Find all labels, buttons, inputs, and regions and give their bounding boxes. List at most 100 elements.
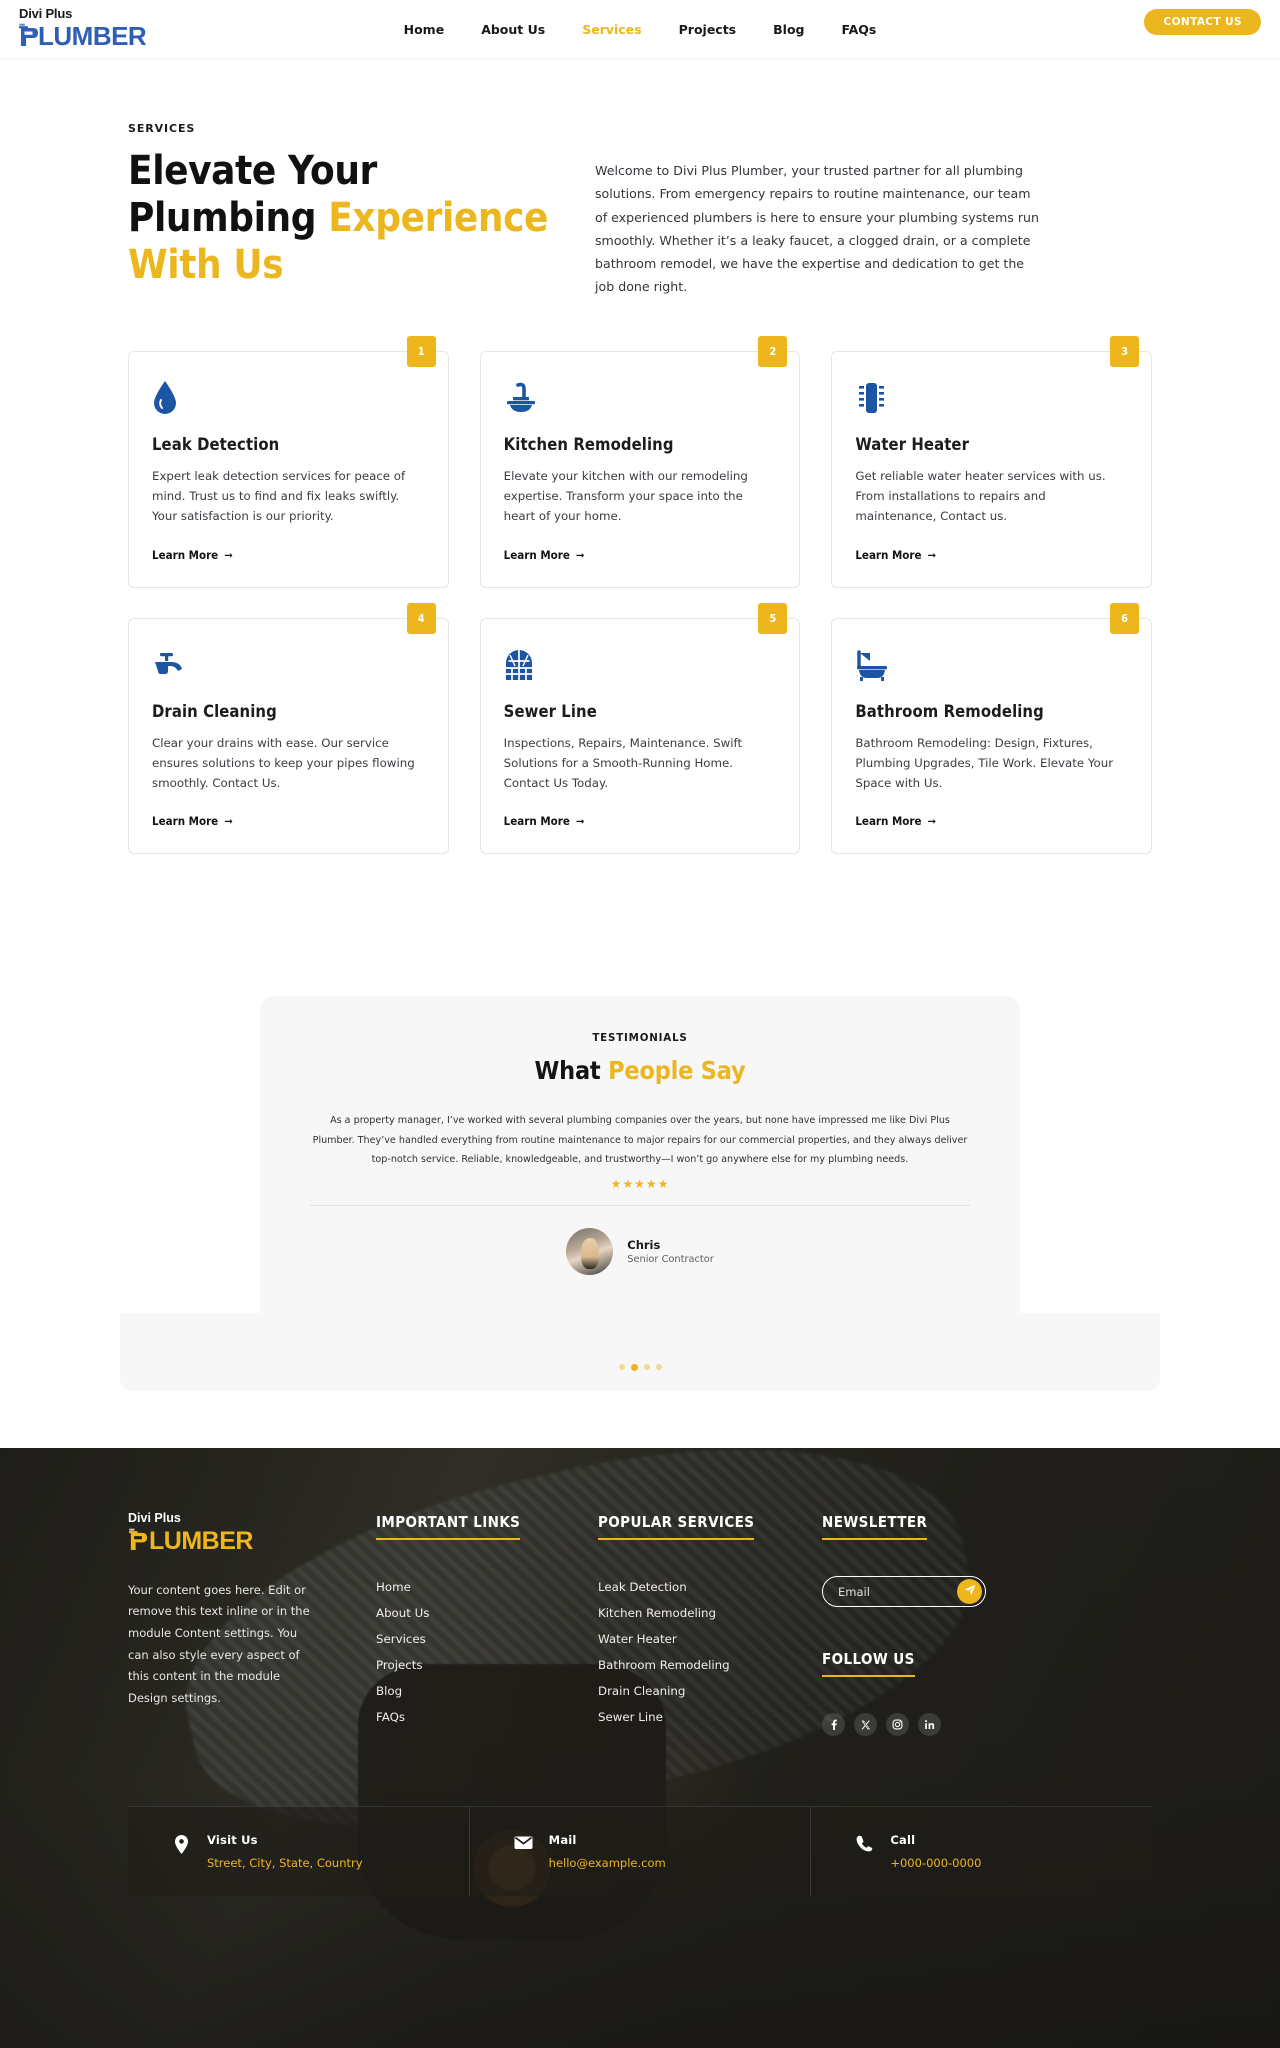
kitchen-sink-icon [504, 379, 777, 415]
service-card[interactable]: 6 Bathroom Remodeling Bathroom Remodelin… [831, 602, 1153, 855]
footer-about-column: Divi Plus LUMBER Your content goes here.… [128, 1511, 376, 1736]
site-header: Divi Plus LUMBER Home About Us Services … [0, 0, 1280, 58]
learn-more-link[interactable]: Learn More ➞ [504, 814, 585, 828]
service-title: Sewer Line [503, 701, 597, 721]
footer-service-drain-cleaning[interactable]: Drain Cleaning [598, 1684, 685, 1698]
star-rating: ★★★★★ [610, 1177, 670, 1192]
intro-paragraph: Welcome to Divi Plus Plumber, your trust… [595, 163, 1039, 295]
nav-item-blog[interactable]: Blog [773, 22, 804, 37]
contact-value[interactable]: hello@example.com [549, 1856, 666, 1870]
arrow-right-icon: ➞ [224, 814, 233, 829]
list-item: Services [376, 1628, 598, 1647]
footer-link-about-us[interactable]: About Us [376, 1606, 429, 1620]
contact-value[interactable]: Street, City, State, Country [207, 1856, 363, 1870]
footer-links-heading: IMPORTANT LINKS [376, 1513, 521, 1541]
email-input[interactable] [838, 1584, 946, 1599]
footer-links-column: IMPORTANT LINKS Home About Us Services P… [376, 1512, 598, 1736]
logo-bottom: LUMBER [18, 22, 208, 51]
carousel-dot-2[interactable] [630, 1364, 638, 1372]
water-drop-icon [152, 379, 425, 415]
divider [310, 1205, 970, 1207]
contact-text: Mail hello@example.com [549, 1833, 666, 1870]
newsletter-heading: NEWSLETTER [822, 1513, 928, 1541]
footer-services-column: POPULAR SERVICES Leak Detection Kitchen … [598, 1512, 822, 1736]
learn-more-label: Learn More [503, 547, 570, 562]
footer-service-bathroom-remodeling[interactable]: Bathroom Remodeling [598, 1658, 730, 1672]
testimonial-carousel-base [120, 1313, 1160, 1392]
learn-more-link[interactable]: Learn More ➞ [504, 548, 585, 562]
footer-link-projects[interactable]: Projects [376, 1658, 423, 1672]
instagram-icon[interactable] [886, 1713, 909, 1737]
footer-service-leak-detection[interactable]: Leak Detection [598, 1580, 687, 1594]
carousel-dot-3[interactable] [643, 1364, 650, 1371]
footer-service-kitchen-remodeling[interactable]: Kitchen Remodeling [598, 1606, 716, 1620]
contact-us-button[interactable]: CONTACT US [1144, 9, 1261, 35]
logo-top-text: Divi Plus [19, 6, 73, 22]
service-description: Expert leak detection services for peace… [152, 468, 406, 524]
contact-text: Call +000-000-0000 [890, 1833, 981, 1870]
avatar [566, 1228, 614, 1276]
footer-logo-top-text: Divi Plus [128, 1511, 181, 1526]
linkedin-icon[interactable] [918, 1713, 941, 1737]
x-twitter-icon[interactable] [854, 1713, 877, 1737]
footer-logo-word: LUMBER [149, 1526, 253, 1555]
service-card[interactable]: 4 Drain Cleaning Clear your drains with … [128, 602, 449, 855]
footer-link-home[interactable]: Home [376, 1580, 411, 1594]
service-description: Inspections, Repairs, Maintenance. Swift… [503, 735, 743, 791]
footer-link-faqs[interactable]: FAQs [376, 1710, 405, 1724]
sewer-manhole-icon [504, 646, 777, 682]
services-row-2: 4 Drain Cleaning Clear your drains with … [128, 602, 1153, 855]
arrow-right-icon: ➞ [927, 547, 937, 562]
site-logo[interactable]: Divi Plus LUMBER [18, 7, 208, 50]
learn-more-link[interactable]: Learn More ➞ [855, 814, 936, 828]
nav-item-faqs[interactable]: FAQs [842, 22, 877, 37]
service-card[interactable]: 2 Kitchen Remodeling Elevate your kitche… [479, 335, 801, 588]
footer-service-water-heater[interactable]: Water Heater [598, 1632, 677, 1646]
newsletter-submit-button[interactable] [957, 1579, 982, 1605]
service-title: Kitchen Remodeling [503, 434, 674, 454]
service-card[interactable]: 1 Leak Detection Expert leak detection s… [128, 335, 449, 588]
card-number-badge: 3 [1110, 335, 1140, 367]
card-number-badge: 2 [758, 335, 788, 367]
contact-label: Mail [548, 1833, 577, 1848]
site-footer: Divi Plus LUMBER Your content goes here.… [0, 1448, 1280, 2048]
page-title: Elevate Your Plumbing Experience With Us [128, 148, 560, 288]
services-row-1: 1 Leak Detection Expert leak detection s… [128, 335, 1153, 588]
learn-more-link[interactable]: Learn More ➞ [152, 548, 233, 562]
learn-more-link[interactable]: Learn More ➞ [152, 814, 233, 828]
carousel-dot-4[interactable] [655, 1364, 662, 1371]
service-title: Water Heater [855, 434, 970, 454]
facebook-icon[interactable] [822, 1713, 845, 1737]
service-title: Leak Detection [152, 434, 280, 454]
list-item: About Us [376, 1602, 598, 1621]
list-item: Blog [376, 1680, 598, 1699]
nav-item-projects[interactable]: Projects [679, 22, 737, 37]
nav-item-about-us[interactable]: About Us [481, 22, 545, 37]
list-item: Home [376, 1576, 598, 1595]
nav-item-services[interactable]: Services [582, 22, 641, 37]
contact-call: Call +000-000-0000 [811, 1807, 1152, 1896]
location-pin-icon [172, 1833, 191, 1855]
footer-link-services[interactable]: Services [376, 1632, 426, 1646]
phone-icon [855, 1833, 874, 1852]
footer-link-blog[interactable]: Blog [376, 1684, 402, 1698]
carousel-dot-1[interactable] [618, 1364, 625, 1371]
envelope-icon [514, 1833, 533, 1850]
faucet-icon [152, 646, 425, 682]
author-role: Senior Contractor [627, 1254, 714, 1266]
testimonials-section: TESTIMONIALS What People Say As a proper… [0, 884, 1280, 1392]
card-number-badge: 4 [406, 602, 436, 634]
contact-value[interactable]: +000-000-0000 [890, 1856, 981, 1870]
testimonial-quote: As a property manager, I’ve worked with … [312, 1115, 968, 1165]
footer-logo[interactable]: LUMBER [128, 1527, 376, 1556]
learn-more-label: Learn More [503, 814, 570, 829]
footer-service-sewer-line[interactable]: Sewer Line [598, 1710, 663, 1724]
nav-item-home[interactable]: Home [404, 22, 445, 37]
service-card[interactable]: 3 Water Heater Get reliable water heater… [831, 335, 1153, 588]
service-card[interactable]: 5 Sewer Line Inspections, Repairs, Maint… [479, 602, 801, 855]
footer-newsletter-column: NEWSLETTER FOLLOW US [822, 1512, 1052, 1737]
card-number-badge: 6 [1110, 602, 1140, 634]
service-title: Bathroom Remodeling [855, 701, 1044, 721]
bathtub-icon [855, 646, 1128, 682]
learn-more-link[interactable]: Learn More ➞ [855, 548, 936, 562]
